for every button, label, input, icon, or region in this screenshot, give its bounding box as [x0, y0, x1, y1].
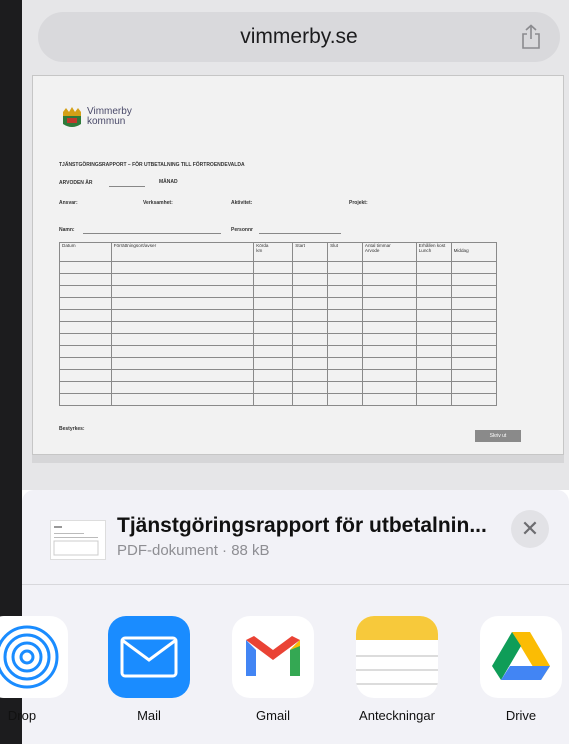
namn-line: [83, 233, 221, 234]
address-bar[interactable]: vimmerby.se: [38, 12, 560, 62]
safari-browser: vimmerby.se Vimmerby kommun TJÄNSTGÖRING…: [22, 0, 569, 490]
col-start: Start: [292, 242, 329, 262]
app-label-airdrop: Drop: [7, 708, 37, 723]
pdf-viewer[interactable]: Vimmerby kommun TJÄNSTGÖRINGSRAPPORT – F…: [32, 75, 564, 463]
gmail-icon: [246, 636, 300, 676]
col-lunch: Erhållen kost Lunch: [415, 242, 452, 262]
app-label-notes: Anteckningar: [359, 708, 435, 723]
aktivitet-label: Aktivitet:: [231, 200, 253, 206]
logo-text: Vimmerby kommun: [87, 106, 132, 127]
pdf-page: Vimmerby kommun TJÄNSTGÖRINGSRAPPORT – F…: [32, 75, 564, 455]
file-thumbnail: [50, 520, 106, 560]
close-button[interactable]: ✕: [511, 510, 549, 548]
col-forrattning: Förrättningsort/avser: [110, 242, 255, 262]
manad-label: MÅNAD: [159, 179, 178, 185]
personnr-label: Personnr: [231, 227, 253, 233]
app-label-gmail: Gmail: [256, 708, 290, 723]
app-notes[interactable]: [356, 616, 438, 698]
app-airdrop[interactable]: [0, 616, 68, 698]
close-icon: ✕: [520, 516, 540, 541]
col-datum: Datum: [59, 242, 112, 262]
file-name: Tjänstgöringsrapport för utbetalnin...: [117, 514, 487, 537]
url-text: vimmerby.se: [240, 25, 358, 48]
personnr-line: [259, 233, 341, 234]
table-row: [59, 345, 498, 358]
form-title: TJÄNSTGÖRINGSRAPPORT – FÖR UTBETALNING T…: [59, 162, 245, 168]
col-korda: Körda km: [253, 242, 294, 262]
table-row: [59, 285, 498, 298]
table-row: [59, 357, 498, 370]
share-sheet: Tjänstgöringsrapport för utbetalnin... P…: [0, 490, 569, 744]
verksamhet-label: Verksamhet:: [143, 200, 173, 206]
arvoden-label: ARVODEN ÅR: [59, 180, 93, 186]
app-drive[interactable]: [480, 616, 562, 698]
notes-icon: [356, 616, 438, 685]
table-row: [59, 381, 498, 394]
table-header-row: Datum Förrättningsort/avser Körda km Star…: [59, 242, 498, 262]
share-icon[interactable]: [520, 24, 542, 50]
mail-icon: [120, 636, 178, 678]
app-label-drive: Drive: [505, 708, 537, 723]
airdrop-icon: [0, 625, 59, 689]
col-antal-timmar: Antal timmar Arvode: [361, 242, 417, 262]
table-row: [59, 369, 498, 382]
table-row: [59, 333, 498, 346]
app-gmail[interactable]: [232, 616, 314, 698]
bestyrkes-label: Bestyrkes:: [59, 426, 85, 432]
table-row: [59, 321, 498, 334]
col-slut: Slut: [327, 242, 363, 262]
app-mail[interactable]: [108, 616, 190, 698]
col-middag: Middag: [450, 242, 498, 262]
table-row: [59, 261, 498, 274]
municipality-logo-icon: [63, 107, 81, 127]
ansvar-label: Ansvar:: [59, 200, 78, 206]
file-meta: PDF-dokument · 88 kB: [117, 542, 270, 559]
google-drive-icon: [492, 632, 550, 680]
arvoden-line: [109, 186, 145, 187]
table-row: [59, 273, 498, 286]
print-button[interactable]: Skriv ut: [475, 430, 521, 442]
report-table: Datum Förrättningsort/avser Körda km Star…: [59, 242, 498, 406]
table-row: [59, 393, 498, 406]
projekt-label: Projekt:: [349, 200, 368, 206]
table-row: [59, 309, 498, 322]
app-label-mail: Mail: [137, 708, 161, 723]
table-row: [59, 297, 498, 310]
divider: [22, 584, 569, 585]
namn-label: Namn:: [59, 227, 75, 233]
